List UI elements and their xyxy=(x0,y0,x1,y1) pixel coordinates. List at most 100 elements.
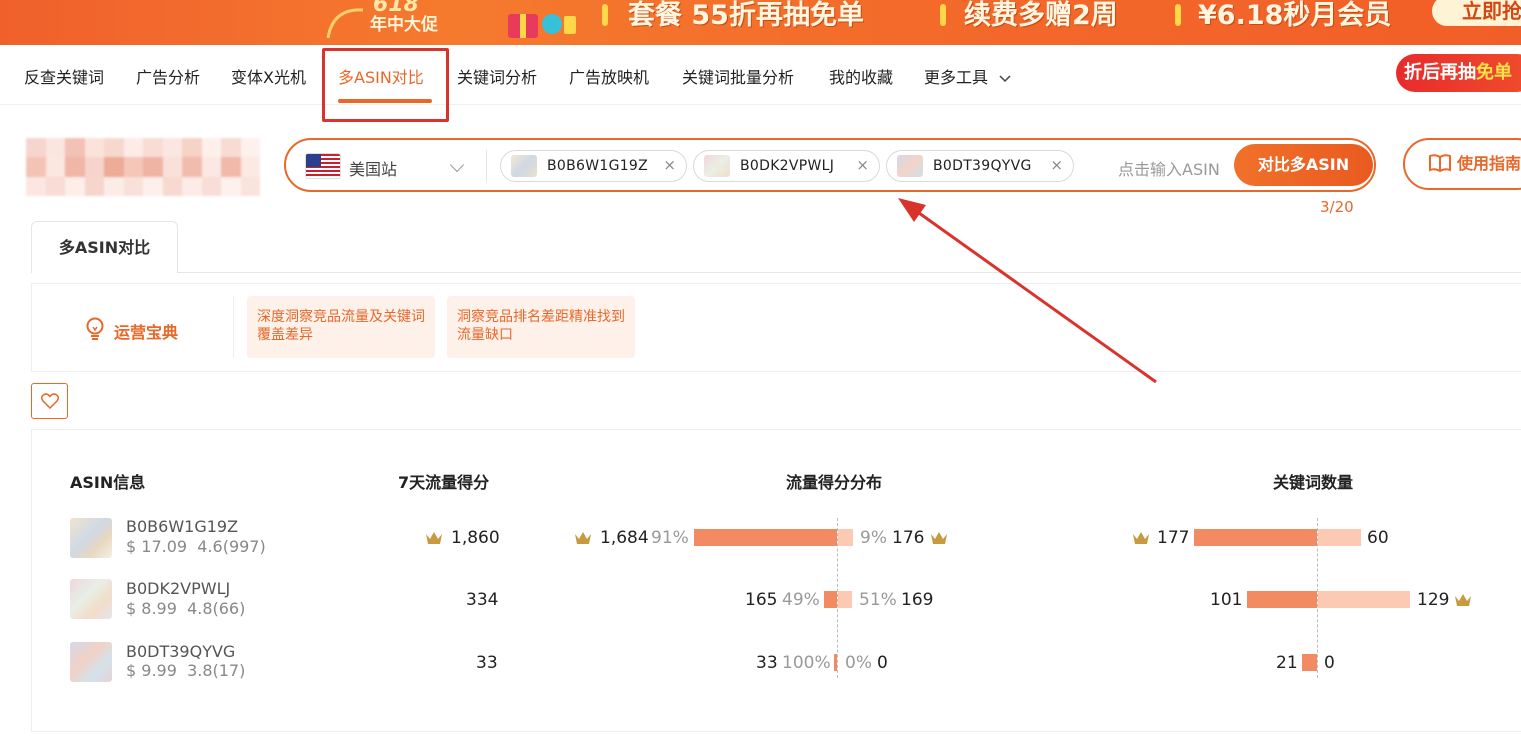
chevron-down-icon xyxy=(999,74,1011,82)
asin-price-rating: $ 9.99 3.8(17) xyxy=(126,661,245,680)
kw-bar-left xyxy=(1247,591,1317,608)
nav-reverse-keyword[interactable]: 反查关键词 xyxy=(24,64,104,88)
promo-banner[interactable]: 618 年中大促 套餐 55折再抽免单 续费多赠2周 ¥6.18秒月会员 立即抢 xyxy=(0,0,1521,45)
blurred-logo xyxy=(26,138,260,196)
crown-icon xyxy=(426,532,442,544)
ops-divider xyxy=(233,296,234,358)
dist-bar-left xyxy=(834,654,837,671)
nav-keyword-analysis[interactable]: 关键词分析 xyxy=(457,64,537,88)
banner-promo-2: 续费多赠2周 xyxy=(964,0,1118,31)
ops-card[interactable]: 洞察竞品排名差距精准找到流量缺口 xyxy=(447,296,635,358)
618-logo: 618 年中大促 xyxy=(318,0,478,45)
kw-bar-left xyxy=(1302,654,1317,671)
banner-promo-1: 套餐 55折再抽免单 xyxy=(628,0,864,31)
kw-bar-right xyxy=(1318,591,1410,608)
user-guide-button[interactable]: 使用指南 xyxy=(1403,138,1521,190)
kw-bar-right xyxy=(1318,529,1361,546)
dist-left-percent: 49% xyxy=(782,590,820,610)
crown-icon xyxy=(575,532,591,544)
asin-chip[interactable]: B0B6W1G19Z × xyxy=(500,150,687,182)
ops-card[interactable]: 深度洞察竞品流量及关键词覆盖差异 xyxy=(247,296,435,358)
nav-ad-analysis[interactable]: 广告分析 xyxy=(136,64,200,88)
asin-input[interactable]: 点击输入ASIN xyxy=(1118,156,1220,180)
product-thumbnail[interactable] xyxy=(70,642,112,682)
product-thumbnail xyxy=(897,155,923,177)
promo-pill-button[interactable]: 折后再抽免单 xyxy=(1396,54,1521,92)
dist-right-percent: 51% xyxy=(859,590,897,610)
close-icon[interactable]: × xyxy=(663,156,676,174)
dist-right-value: 176 xyxy=(892,528,925,548)
product-thumbnail xyxy=(511,155,537,177)
annotation-highlight-box xyxy=(322,48,449,122)
asin-link[interactable]: B0B6W1G19Z xyxy=(126,517,238,536)
dist-left-percent: 100% xyxy=(782,653,831,673)
crown-icon xyxy=(1133,532,1149,544)
nav-variant-xray[interactable]: 变体X光机 xyxy=(231,64,306,88)
crown-icon xyxy=(931,532,947,544)
dist-left-value: 165 xyxy=(745,590,778,610)
dist-right-percent: 9% xyxy=(860,528,887,548)
product-thumbnail[interactable] xyxy=(70,579,112,619)
close-icon[interactable]: × xyxy=(856,156,869,174)
asin-link[interactable]: B0DT39QYVG xyxy=(126,642,235,661)
close-icon[interactable]: × xyxy=(1050,156,1063,174)
asin-chip[interactable]: B0DT39QYVG × xyxy=(886,150,1074,182)
price: $ 9.99 xyxy=(126,661,177,680)
asin-chip-label: B0DK2VPWLJ xyxy=(740,158,835,174)
swirl-icon xyxy=(326,8,364,39)
dist-bar-right xyxy=(838,591,852,608)
dist-left-value: 1,684 xyxy=(600,528,649,548)
dist-right-percent: 0% xyxy=(845,653,872,673)
banner-divider xyxy=(602,4,608,26)
ops-guide-panel: 运营宝典 深度洞察竞品流量及关键词覆盖差异 洞察竞品排名差距精准找到流量缺口 xyxy=(31,283,1521,372)
asin-chip-label: B0B6W1G19Z xyxy=(547,158,649,174)
dist-right-value: 0 xyxy=(877,653,888,673)
marketplace-select[interactable]: 美国站 xyxy=(349,156,397,180)
nav-ad-player[interactable]: 广告放映机 xyxy=(569,64,649,88)
dist-left-value: 33 xyxy=(756,653,778,673)
kw-right-value: 60 xyxy=(1367,528,1389,548)
asin-chip[interactable]: B0DK2VPWLJ × xyxy=(693,150,880,182)
heart-icon xyxy=(41,393,59,409)
banner-cta-button[interactable]: 立即抢 xyxy=(1432,0,1521,26)
favorite-button[interactable] xyxy=(31,383,68,419)
kw-bar-left xyxy=(1194,529,1317,546)
column-header-distribution: 流量得分分布 xyxy=(786,473,883,492)
kw-right-value: 129 xyxy=(1417,590,1450,610)
kw-left-value: 177 xyxy=(1157,528,1190,548)
book-icon xyxy=(1429,154,1451,172)
dist-bar-left xyxy=(694,529,837,546)
product-thumbnail[interactable] xyxy=(70,518,112,558)
lightbulb-icon xyxy=(86,317,104,340)
banner-subtitle: 年中大促 xyxy=(370,15,438,35)
tab-baseline xyxy=(178,272,1521,273)
chevron-down-icon[interactable] xyxy=(449,157,465,173)
asin-price-rating: $ 8.99 4.8(66) xyxy=(126,599,245,618)
traffic-score: 33 xyxy=(476,653,498,673)
kw-left-value: 101 xyxy=(1210,590,1243,610)
price: $ 8.99 xyxy=(126,599,177,618)
rating: 3.8(17) xyxy=(187,661,246,680)
asin-price-rating: $ 17.09 4.6(997) xyxy=(126,537,266,556)
asin-counter: 3/20 xyxy=(1320,198,1354,216)
rating: 4.8(66) xyxy=(187,599,246,618)
gift-box-icon xyxy=(500,6,580,40)
tab-multi-asin-compare[interactable]: 多ASIN对比 xyxy=(31,221,178,273)
ops-guide-title: 运营宝典 xyxy=(114,323,179,342)
nav-my-favorites[interactable]: 我的收藏 xyxy=(829,64,893,88)
column-header-keywords: 关键词数量 xyxy=(1273,473,1354,492)
compare-asin-button[interactable]: 对比多ASIN xyxy=(1234,144,1373,186)
us-flag-icon xyxy=(306,154,340,178)
rating: 4.6(997) xyxy=(197,537,266,556)
asin-chip-label: B0DT39QYVG xyxy=(933,158,1032,174)
price: $ 17.09 xyxy=(126,537,188,556)
traffic-score: 334 xyxy=(466,590,499,610)
nav-keyword-batch[interactable]: 关键词批量分析 xyxy=(682,64,794,88)
nav-more-tools[interactable]: 更多工具 xyxy=(924,64,1011,88)
asin-link[interactable]: B0DK2VPWLJ xyxy=(126,579,230,598)
user-guide-label: 使用指南 xyxy=(1457,154,1521,173)
banner-divider xyxy=(1175,4,1181,26)
search-divider xyxy=(486,150,487,182)
asin-search-bar: 美国站 B0B6W1G19Z × B0DK2VPWLJ × B0DT39QYVG… xyxy=(284,138,1376,192)
product-thumbnail xyxy=(704,155,730,177)
